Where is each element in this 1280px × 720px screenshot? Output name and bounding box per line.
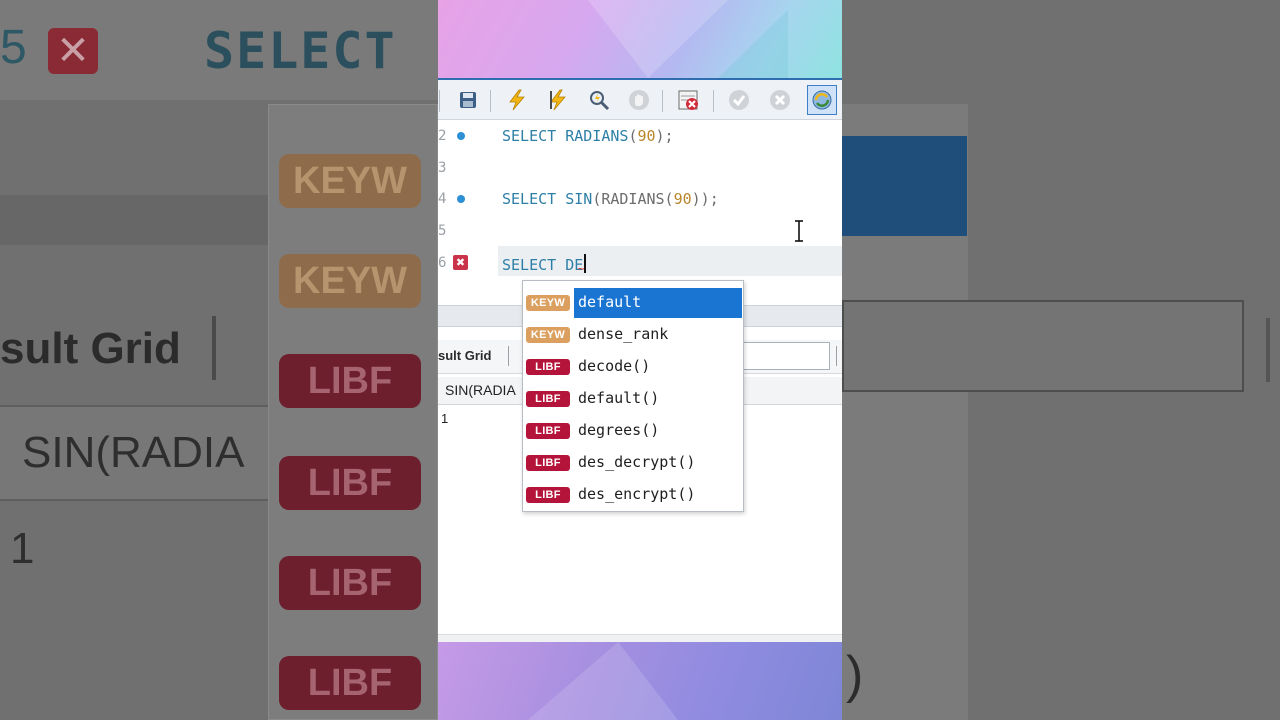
background-keyw-badge: KEYW — [279, 154, 421, 208]
autocomplete-item-label: des_encrypt() — [578, 485, 696, 503]
autocomplete-item-label: des_decrypt() — [578, 453, 696, 471]
toolbar-divider — [508, 346, 509, 366]
decorative-banner-top — [438, 0, 842, 78]
autocommit-icon[interactable] — [807, 85, 837, 115]
autocomplete-item[interactable]: LIBF decode() — [523, 351, 743, 383]
background-divider — [212, 316, 216, 380]
function-badge: LIBF — [526, 455, 570, 471]
background-left: 5 ✕ SELECT KEYW KEYW LIBF LIBF LIBF LIBF… — [0, 0, 438, 720]
statement-marker-icon — [457, 195, 465, 203]
error-underline: ~ — [577, 264, 586, 275]
autocomplete-item-label: dense_rank — [578, 325, 669, 343]
tab-result-grid[interactable]: sult Grid — [438, 348, 491, 363]
filter-rows-input[interactable] — [738, 342, 830, 370]
function-badge: LIBF — [526, 487, 570, 503]
keyword-badge: KEYW — [526, 295, 570, 311]
background-selection-highlight — [842, 136, 967, 236]
horizontal-scrollbar[interactable] — [438, 634, 842, 642]
line-number: 4 — [438, 191, 447, 207]
autocomplete-item[interactable]: KEYW dense_rank — [523, 319, 743, 351]
autocomplete-item[interactable]: LIBF des_decrypt() — [523, 447, 743, 479]
keyword-badge: KEYW — [526, 327, 570, 343]
explain-icon[interactable] — [586, 87, 612, 113]
background-divider — [1266, 318, 1270, 382]
background-column-header-text: SIN(RADIA — [22, 428, 245, 477]
background-paren: ) — [846, 646, 864, 704]
background-select-text: SELECT — [204, 22, 397, 80]
background-keyw-badge: KEYW — [279, 254, 421, 308]
function-badge: LIBF — [526, 423, 570, 439]
sql-editor[interactable]: 2 SELECT RADIANS(90); 3 4 SELECT SIN(RAD… — [438, 121, 842, 305]
column-header[interactable]: SIN(RADIA — [445, 382, 516, 398]
commit-icon[interactable] — [726, 87, 752, 113]
mouse-ibeam-cursor-icon — [795, 220, 803, 242]
function-badge: LIBF — [526, 359, 570, 375]
background-result-grid-label: sult Grid — [0, 324, 181, 373]
app-frame: 2 SELECT RADIANS(90); 3 4 SELECT SIN(RAD… — [438, 0, 842, 720]
autocomplete-item[interactable]: KEYW default — [523, 287, 743, 319]
grid-cell[interactable]: 1 — [441, 411, 448, 426]
autocomplete-popup: KEYW default KEYW dense_rank LIBF decode… — [522, 280, 744, 512]
background-libf-badge: LIBF — [279, 656, 421, 710]
execute-current-icon[interactable] — [545, 87, 571, 113]
code-line: SELECT SIN(RADIANS(90)); — [502, 190, 719, 208]
autocomplete-item-label: default() — [578, 389, 660, 407]
background-libf-badge: LIBF — [279, 354, 421, 408]
autocomplete-item[interactable]: LIBF default() — [523, 383, 743, 415]
syntax-error-icon[interactable]: ✖ — [453, 255, 468, 270]
code-line: SELECT RADIANS(90); — [502, 127, 674, 145]
line-number: 5 — [438, 223, 447, 239]
statement-marker-icon — [457, 132, 465, 140]
line-number: 2 — [438, 128, 447, 144]
code-line-current: SELECT DE — [502, 254, 587, 274]
line-number: 6 — [438, 255, 447, 271]
toggle-error-icon[interactable] — [676, 87, 702, 113]
line-number: 3 — [438, 160, 447, 176]
decorative-banner-bottom — [438, 642, 842, 720]
rollback-icon[interactable] — [767, 87, 793, 113]
background-cell-value: 1 — [10, 524, 35, 573]
background-error-icon: ✕ — [48, 28, 98, 74]
execute-icon[interactable] — [504, 87, 530, 113]
background-filter-input — [842, 300, 1244, 392]
save-icon[interactable] — [455, 87, 481, 113]
background-libf-badge: LIBF — [279, 556, 421, 610]
stop-icon[interactable] — [626, 87, 652, 113]
background-libf-badge: LIBF — [279, 456, 421, 510]
autocomplete-item-label: degrees() — [578, 421, 660, 439]
editor-toolbar — [438, 78, 842, 120]
autocomplete-item[interactable]: LIBF degrees() — [523, 415, 743, 447]
function-badge: LIBF — [526, 391, 570, 407]
autocomplete-item[interactable]: LIBF des_encrypt() — [523, 479, 743, 511]
autocomplete-item-label: default — [578, 293, 642, 311]
toolbar-divider — [836, 346, 837, 366]
autocomplete-item-label: decode() — [578, 357, 651, 375]
background-line-number: 5 — [0, 21, 27, 74]
